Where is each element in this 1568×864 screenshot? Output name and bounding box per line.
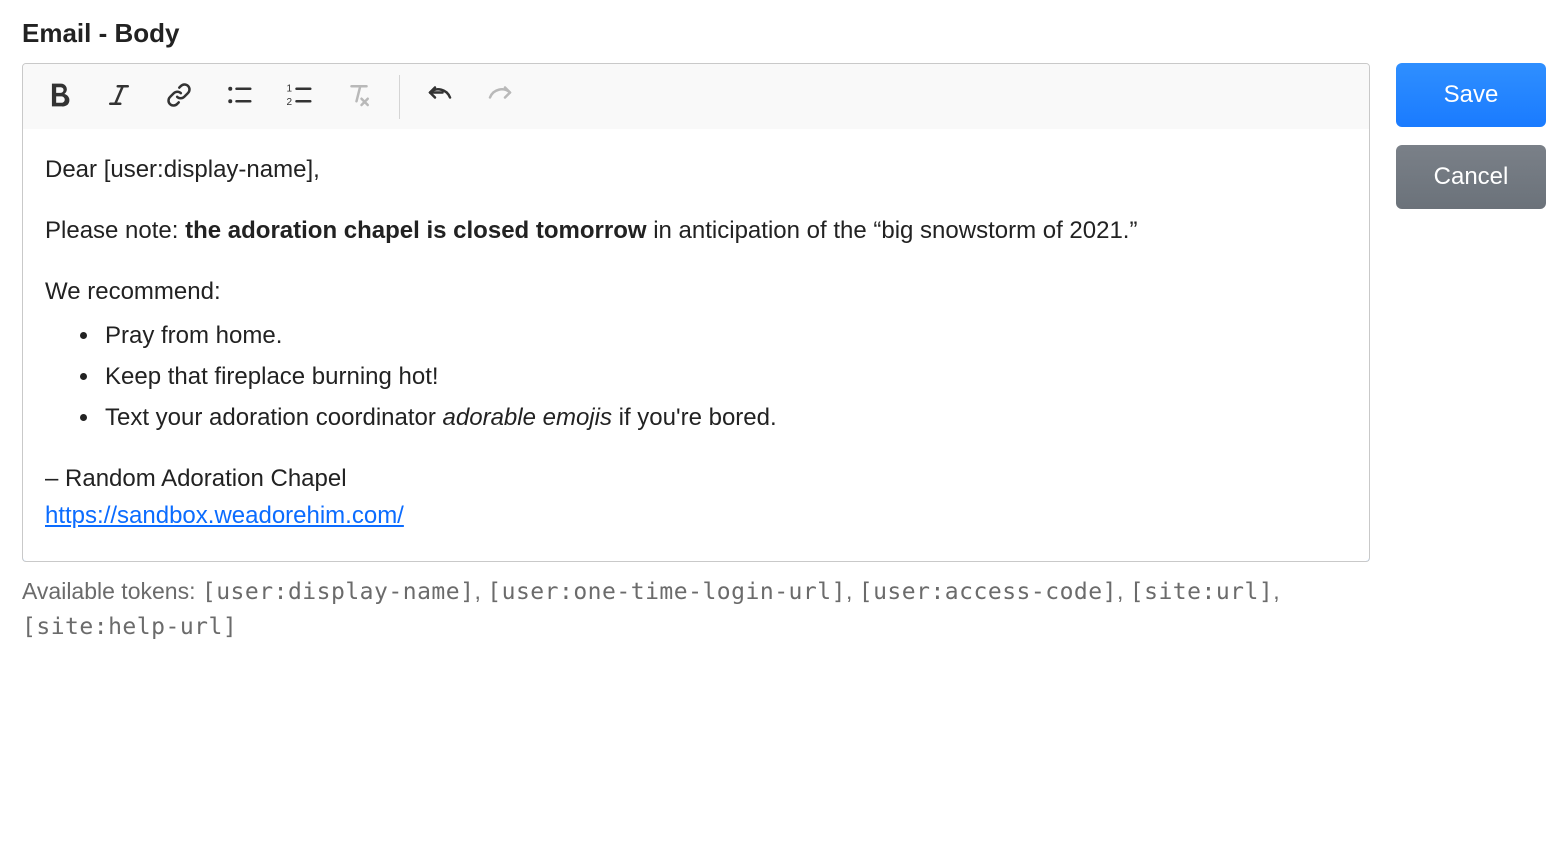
token-sep: , (1273, 578, 1279, 604)
bold-icon (42, 78, 76, 115)
link-icon (164, 80, 194, 113)
redo-icon (485, 80, 515, 113)
token: [user:display-name] (202, 579, 475, 605)
list-item3-prefix: Text your adoration coordinator (105, 404, 443, 431)
svg-text:2: 2 (287, 97, 293, 108)
recommendation-list: Pray from home. Keep that fireplace burn… (45, 317, 1347, 437)
editor-content[interactable]: Dear [user:display-name], Please note: t… (22, 129, 1370, 562)
available-tokens-hint: Available tokens: [user:display-name], [… (22, 574, 1370, 645)
greeting-line: Dear [user:display-name], (45, 151, 1347, 188)
token: [site:url] (1130, 579, 1273, 605)
list-item3-suffix: if you're bored. (612, 404, 777, 431)
notice-paragraph: Please note: the adoration chapel is clo… (45, 212, 1347, 249)
section-title: Email - Body (22, 18, 1546, 49)
toolbar-divider (399, 75, 400, 119)
save-button[interactable]: Save (1396, 63, 1546, 127)
undo-button[interactable] (410, 70, 470, 124)
bold-button[interactable] (29, 70, 89, 124)
token: [site:help-url] (22, 614, 237, 640)
numbered-list-icon: 12 (284, 80, 314, 113)
link-button[interactable] (149, 70, 209, 124)
token-sep: , (1117, 578, 1130, 604)
signoff-block: – Random Adoration Chapel https://sandbo… (45, 460, 1347, 534)
token-sep: , (846, 578, 859, 604)
recommend-heading: We recommend: (45, 273, 1347, 310)
notice-prefix: Please note: (45, 217, 185, 244)
list-item: Pray from home. (101, 317, 1347, 354)
undo-icon (425, 80, 455, 113)
token: [user:access-code] (859, 579, 1117, 605)
rich-text-editor: 12 (22, 63, 1370, 562)
svg-text:1: 1 (287, 83, 293, 94)
clear-formatting-icon (344, 80, 374, 113)
italic-icon (104, 80, 134, 113)
clear-formatting-button[interactable] (329, 70, 389, 124)
signoff-link[interactable]: https://sandbox.weadorehim.com/ (45, 502, 404, 529)
greeting-suffix: , (313, 156, 320, 183)
list-item3-em: adorable emojis (443, 404, 612, 431)
notice-suffix: in anticipation of the “big snowstorm of… (647, 217, 1138, 244)
editor-toolbar: 12 (23, 64, 1369, 130)
italic-button[interactable] (89, 70, 149, 124)
list-item: Text your adoration coordinator adorable… (101, 399, 1347, 436)
tokens-label: Available tokens: (22, 578, 202, 604)
numbered-list-button[interactable]: 12 (269, 70, 329, 124)
greeting-token: [user:display-name] (104, 156, 313, 183)
bulleted-list-button[interactable] (209, 70, 269, 124)
list-item: Keep that fireplace burning hot! (101, 358, 1347, 395)
greeting-prefix: Dear (45, 156, 104, 183)
redo-button[interactable] (470, 70, 530, 124)
bulleted-list-icon (224, 80, 254, 113)
cancel-button[interactable]: Cancel (1396, 145, 1546, 209)
signoff-text: – Random Adoration Chapel (45, 465, 347, 492)
notice-bold: the adoration chapel is closed tomorrow (185, 217, 646, 244)
token-sep: , (474, 578, 487, 604)
token: [user:one-time-login-url] (487, 579, 846, 605)
